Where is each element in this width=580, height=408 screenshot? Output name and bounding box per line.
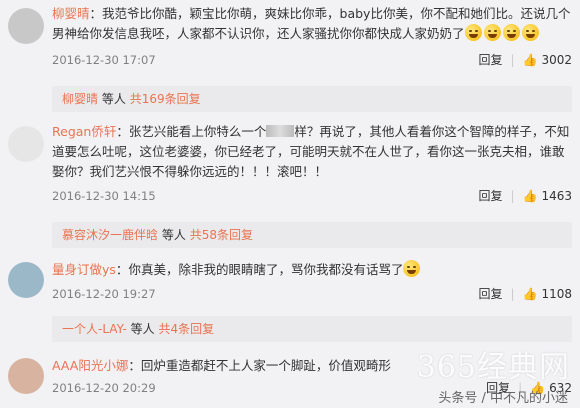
like-count: 1108 <box>541 287 572 301</box>
like-count: 3002 <box>541 53 572 67</box>
comment-username[interactable]: Regan侨轩 <box>52 124 116 139</box>
comment-meta: 2016-12-20 19:27 回复 | 👍 1108 <box>52 284 572 304</box>
comment-text: 柳婴晴：我范爷比你酷，颖宝比你萌，爽妹比你乖，baby比你美，你不配和她们比。还… <box>52 6 571 41</box>
reply-username[interactable]: 一个人-LAY- <box>62 322 127 336</box>
reply-summary[interactable]: 柳婴晴 等人 共169条回复 <box>52 86 572 112</box>
watermark-sub: 头条号 / 中不凡的小迷 <box>438 391 568 406</box>
like-icon[interactable]: 👍 <box>523 50 538 70</box>
comment-time: 2016-12-20 19:27 <box>52 287 156 301</box>
comment-actions: 回复 | 👍 3002 <box>478 50 572 70</box>
reply-button[interactable]: 回复 <box>478 53 502 67</box>
comment-username[interactable]: 量身订做ys <box>52 262 116 277</box>
reply-username[interactable]: 柳婴晴 <box>62 92 98 106</box>
comment-text: 量身订做ys：你真美，除非我的眼睛瞎了，骂你我都没有话骂了 <box>52 260 572 280</box>
comment-username[interactable]: AAA阳光小娜 <box>52 358 128 373</box>
emoji-icon <box>502 24 520 41</box>
like-icon[interactable]: 👍 <box>523 284 538 304</box>
reply-summary[interactable]: 慕容沐汐一鹿伴晗 等人 共58条回复 <box>52 222 572 248</box>
reply-button[interactable]: 回复 <box>478 189 502 203</box>
emoji-icon <box>483 24 501 41</box>
reply-summary[interactable]: 一个人-LAY- 等人 共4条回复 <box>52 316 572 342</box>
comment-actions: 回复 | 👍 1108 <box>478 284 572 304</box>
comment-text: Regan侨轩：张艺兴能看上你特么一个 样？再说了，其他人看着你这个智障的样子，不… <box>52 124 570 179</box>
avatar[interactable] <box>8 126 44 162</box>
reply-count-link[interactable]: 共58条回复 <box>190 228 253 242</box>
emoji-icon <box>464 24 482 41</box>
comment-actions: 回复 | 👍 1463 <box>478 186 572 206</box>
avatar[interactable] <box>8 8 44 44</box>
comment-content: 回炉重造都赶不上人家一个脚趾，价值观畸形 <box>140 358 391 373</box>
reply-button[interactable]: 回复 <box>478 287 502 301</box>
comment-meta: 2016-12-30 14:15 回复 | 👍 1463 <box>52 186 572 206</box>
reply-count-link[interactable]: 共169条回复 <box>130 92 201 106</box>
avatar[interactable] <box>8 262 44 298</box>
blurred-text <box>266 125 295 137</box>
comment-time: 2016-12-20 20:29 <box>52 381 156 395</box>
emoji-icon <box>521 24 539 41</box>
comment-meta: 2016-12-30 17:07 回复 | 👍 3002 <box>52 50 572 70</box>
watermark: 365经典网 <box>416 350 570 385</box>
comment-time: 2016-12-30 17:07 <box>52 53 156 67</box>
reply-username[interactable]: 慕容沐汐一鹿伴晗 <box>62 228 158 242</box>
like-icon[interactable]: 👍 <box>523 186 538 206</box>
comment-time: 2016-12-30 14:15 <box>52 189 156 203</box>
emoji-icon <box>403 260 421 277</box>
like-count: 1463 <box>541 189 572 203</box>
reply-count-link[interactable]: 共4条回复 <box>158 322 214 336</box>
comment-content: 你真美，除非我的眼睛瞎了，骂你我都没有话骂了 <box>128 262 404 277</box>
avatar[interactable] <box>8 358 44 394</box>
comment-username[interactable]: 柳婴晴 <box>52 6 90 21</box>
